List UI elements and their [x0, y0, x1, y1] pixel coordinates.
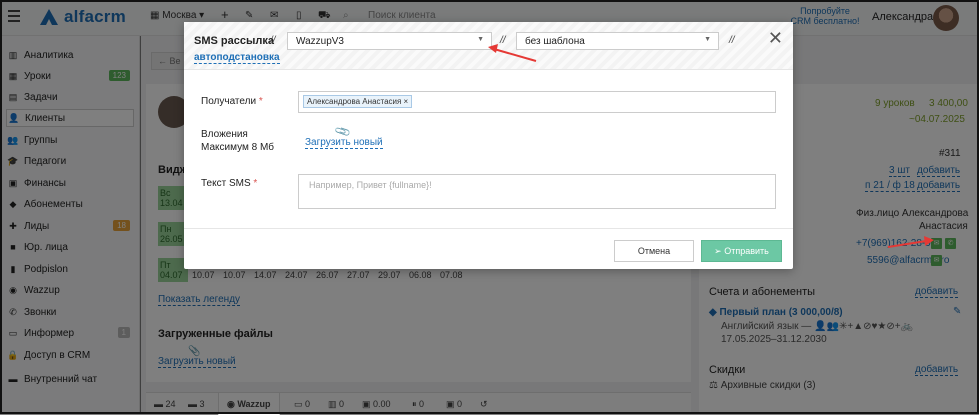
- separator: //: [500, 35, 506, 46]
- recipients-label-text: Получатели: [201, 96, 257, 107]
- template-value: без шаблона: [525, 36, 585, 47]
- recipient-tag[interactable]: Александрова Анастасия ×: [303, 95, 413, 108]
- send-label: Отправить: [724, 246, 769, 256]
- send-button[interactable]: ➢ Отправить: [701, 240, 782, 262]
- close-icon[interactable]: ✕: [768, 29, 783, 47]
- sms-modal: SMS рассылка // WazzupV3 ▼ // без шаблон…: [184, 22, 793, 269]
- provider-value: WazzupV3: [296, 36, 344, 47]
- required-mark: *: [258, 96, 263, 107]
- separator: //: [270, 35, 276, 46]
- recipients-field[interactable]: Александрова Анастасия ×: [298, 91, 776, 113]
- separator: //: [729, 35, 735, 46]
- attachments-label-text: Вложения: [201, 129, 248, 140]
- sms-text-label: Текст SMS *: [201, 177, 257, 190]
- autosubstitute-link[interactable]: автоподстановка: [194, 52, 280, 64]
- provider-select[interactable]: WazzupV3 ▼: [287, 32, 492, 50]
- modal-header: SMS рассылка // WazzupV3 ▼ // без шаблон…: [184, 22, 793, 70]
- recipients-label: Получатели *: [201, 95, 263, 108]
- template-select[interactable]: без шаблона ▼: [516, 32, 719, 50]
- upload-new-link[interactable]: Загрузить новый: [305, 137, 383, 149]
- sms-text-input[interactable]: [298, 174, 776, 209]
- chevron-down-icon: ▼: [477, 36, 484, 43]
- required-mark: *: [253, 178, 258, 189]
- modal-footer: Отмена ➢ Отправить: [184, 228, 793, 269]
- send-icon: ➢: [714, 246, 722, 256]
- attachments-limit-text: Максимум 8 Мб: [201, 142, 275, 153]
- cancel-button[interactable]: Отмена: [614, 240, 694, 262]
- attachments-label: Вложения Максимум 8 Мб: [201, 128, 274, 154]
- chevron-down-icon: ▼: [704, 36, 711, 43]
- sms-text-label-text: Текст SMS: [201, 178, 251, 189]
- modal-title: SMS рассылка: [194, 35, 274, 47]
